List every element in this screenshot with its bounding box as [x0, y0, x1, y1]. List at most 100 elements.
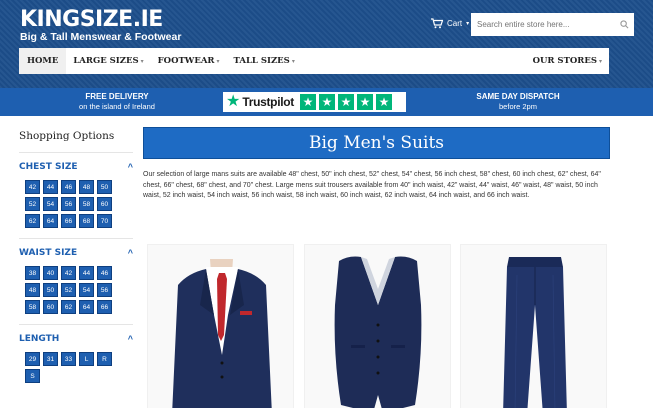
length-option[interactable]: 31 — [43, 352, 58, 366]
waist-option[interactable]: 42 — [61, 266, 76, 280]
logo-tagline: Big & Tall Menswear & Footwear — [20, 31, 182, 43]
site-header: KINGSIZE.IE Big & Tall Menswear & Footwe… — [0, 0, 653, 88]
sidebar-title: Shopping Options — [19, 130, 115, 142]
waist-option[interactable]: 66 — [97, 300, 112, 314]
chevron-up-icon: ^ — [127, 248, 133, 258]
product-grid — [147, 244, 607, 408]
rating-star-icon: ★ — [319, 94, 336, 110]
product-card-waistcoat[interactable] — [304, 244, 451, 408]
main-nav: HOME LARGE SIZES ▾ FOOTWEAR ▾ TALL SIZES ▾ … — [19, 48, 609, 74]
product-image-suit-jacket[interactable] — [148, 245, 294, 408]
cart-label: Cart — [447, 19, 463, 28]
page-title-bar: Big Men's Suits — [143, 127, 610, 159]
waist-size-options: 38 40 42 44 46 48 50 52 54 56 58 60 62 64 66 — [25, 266, 133, 314]
logo-wordmark: KINGSIZE.IE — [20, 8, 181, 32]
nav-item-label: LARGE SIZES — [73, 56, 139, 66]
chevron-up-icon: ^ — [127, 162, 133, 172]
search-icon — [619, 20, 628, 29]
nav-item-label: FOOTWEAR — [157, 56, 215, 66]
chest-option[interactable]: 46 — [61, 180, 76, 194]
cart-link[interactable]: Cart ▾ — [431, 18, 469, 29]
chest-option[interactable]: 68 — [79, 214, 94, 228]
waist-option[interactable]: 60 — [43, 300, 58, 314]
chest-option[interactable]: 66 — [61, 214, 76, 228]
length-option[interactable]: 29 — [25, 352, 40, 366]
filter-waist-size: WAIST SIZE ^ 38 40 42 44 46 48 50 52 54 56 58 60 62 6… — [19, 238, 133, 314]
chest-option[interactable]: 48 — [79, 180, 94, 194]
chevron-down-icon: ▾ — [291, 57, 295, 65]
length-options: 29 31 33 L R S — [25, 352, 133, 383]
rating-star-icon: ★ — [376, 94, 393, 110]
site-logo[interactable]: KINGSIZE.IE Big & Tall Menswear & Footwe… — [20, 8, 182, 44]
logo-rest-text: SIZE.IE — [79, 7, 164, 32]
filter-header-length[interactable]: LENGTH ^ — [19, 334, 133, 344]
chevron-down-icon: ▾ — [598, 57, 602, 65]
chest-option[interactable]: 56 — [61, 197, 76, 211]
length-option[interactable]: L — [79, 352, 94, 366]
chest-option[interactable]: 60 — [97, 197, 112, 211]
product-image-trousers[interactable] — [461, 245, 607, 408]
chevron-down-icon: ▾ — [216, 57, 220, 65]
nav-item-footwear[interactable]: FOOTWEAR ▾ — [151, 48, 227, 74]
waist-option[interactable]: 64 — [79, 300, 94, 314]
waist-option[interactable]: 56 — [97, 283, 112, 297]
waist-option[interactable]: 50 — [43, 283, 58, 297]
cart-icon — [431, 18, 443, 29]
trustpilot-badge[interactable]: ★ Trustpilot ★ ★ ★ ★ ★ — [223, 92, 406, 112]
nav-item-label: HOME — [27, 56, 59, 66]
waist-option[interactable]: 38 — [25, 266, 40, 280]
search-button[interactable] — [614, 13, 634, 36]
product-card-suit[interactable] — [147, 244, 294, 408]
trustpilot-star-icon: ★ — [226, 93, 241, 110]
length-option[interactable]: R — [97, 352, 112, 366]
chest-size-options: 42 44 46 48 50 52 54 56 58 60 62 64 66 68 70 — [25, 180, 133, 228]
filter-header-chest-size[interactable]: CHEST SIZE ^ — [19, 162, 133, 172]
chest-option[interactable]: 54 — [43, 197, 58, 211]
chest-option[interactable]: 64 — [43, 214, 58, 228]
same-day-dispatch-notice: SAME DAY DISPATCH before 2pm — [468, 92, 568, 112]
nav-item-home[interactable]: HOME — [19, 48, 67, 74]
nav-item-tall-sizes[interactable]: TALL SIZES ▾ — [227, 48, 302, 74]
free-delivery-subtitle: on the island of Ireland — [79, 102, 155, 111]
chest-option[interactable]: 44 — [43, 180, 58, 194]
category-description: Our selection of large mans suits are av… — [143, 171, 601, 199]
waist-option[interactable]: 58 — [25, 300, 40, 314]
length-option[interactable]: S — [25, 369, 40, 383]
length-option[interactable]: 33 — [61, 352, 76, 366]
chest-option[interactable]: 62 — [25, 214, 40, 228]
waist-option[interactable]: 62 — [61, 300, 76, 314]
filter-length: LENGTH ^ 29 31 33 L R S — [19, 324, 133, 383]
product-card-trousers[interactable] — [460, 244, 607, 408]
filter-chest-size: CHEST SIZE ^ 42 44 46 48 50 52 54 56 58 60 62 64 66 6… — [19, 152, 133, 228]
filter-header-waist-size[interactable]: WAIST SIZE ^ — [19, 248, 133, 258]
nav-item-label: TALL SIZES — [233, 56, 290, 66]
nav-item-label: OUR STORES — [532, 56, 597, 66]
chest-option[interactable]: 70 — [97, 214, 112, 228]
waist-option[interactable]: 44 — [79, 266, 94, 280]
rating-star-icon: ★ — [300, 94, 317, 110]
product-image-waistcoat[interactable] — [305, 245, 451, 408]
waist-option[interactable]: 52 — [61, 283, 76, 297]
promo-bar: FREE DELIVERY on the island of Ireland ★… — [0, 88, 653, 116]
nav-item-large-sizes[interactable]: LARGE SIZES ▾ — [66, 48, 150, 74]
filter-label: WAIST SIZE — [19, 248, 78, 258]
nav-item-our-stores[interactable]: OUR STORES ▾ — [526, 48, 609, 74]
chest-option[interactable]: 50 — [97, 180, 112, 194]
waist-option[interactable]: 46 — [97, 266, 112, 280]
chest-option[interactable]: 52 — [25, 197, 40, 211]
free-delivery-title: FREE DELIVERY — [85, 92, 149, 101]
rating-star-icon: ★ — [357, 94, 374, 110]
chest-option[interactable]: 42 — [25, 180, 40, 194]
page-title: Big Men's Suits — [308, 133, 445, 153]
waist-option[interactable]: 48 — [25, 283, 40, 297]
filter-label: LENGTH — [19, 334, 60, 344]
waist-option[interactable]: 40 — [43, 266, 58, 280]
rating-star-icon: ★ — [338, 94, 355, 110]
chest-option[interactable]: 58 — [79, 197, 94, 211]
search-input[interactable] — [471, 13, 634, 36]
waist-option[interactable]: 54 — [79, 283, 94, 297]
shopping-options-sidebar: Shopping Options CHEST SIZE ^ 42 44 46 48 50… — [19, 130, 133, 393]
filter-label: CHEST SIZE — [19, 162, 78, 172]
same-day-dispatch-subtitle: before 2pm — [499, 102, 537, 111]
chevron-up-icon: ^ — [127, 334, 133, 344]
